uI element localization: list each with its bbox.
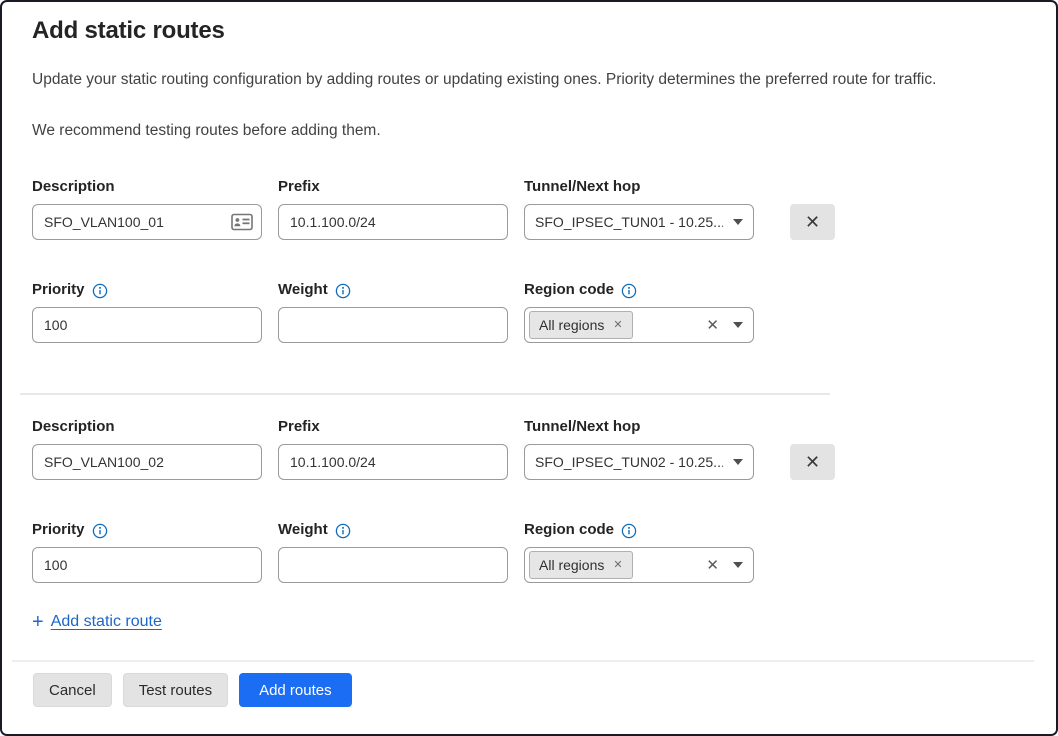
clear-selection-icon[interactable]: ✕ <box>706 558 719 573</box>
prefix-input[interactable] <box>278 444 508 480</box>
page-title: Add static routes <box>32 16 1026 46</box>
tunnel-selected-value: SFO_IPSEC_TUN02 - 10.25... <box>535 454 723 470</box>
region-chip-label: All regions <box>539 557 604 573</box>
chevron-down-icon <box>733 322 743 328</box>
route-1-description-field: Description <box>32 177 262 240</box>
route-1-prefix-field: Prefix <box>278 177 508 240</box>
priority-input[interactable] <box>32 547 262 583</box>
remove-route-button[interactable]: ✕ <box>790 204 835 240</box>
add-static-route-row: + Add static route <box>32 613 1026 631</box>
route-2-region-field: Region code All regions ✕ <box>524 520 754 583</box>
route-2-priority-field: Priority <box>32 520 262 583</box>
cancel-button[interactable]: Cancel <box>33 673 112 707</box>
tunnel-select[interactable]: SFO_IPSEC_TUN01 - 10.25... <box>524 204 754 240</box>
contact-card-icon[interactable] <box>231 213 253 231</box>
close-icon: ✕ <box>805 212 820 233</box>
prefix-label: Prefix <box>278 177 508 196</box>
route-group-1: Description <box>32 177 1026 343</box>
description-input[interactable] <box>32 204 262 240</box>
route-1-main-row: Description <box>32 177 1026 240</box>
group-divider <box>20 393 830 395</box>
route-2-tunnel-field: Tunnel/Next hop SFO_IPSEC_TUN02 - 10.25.… <box>524 417 754 480</box>
region-code-select[interactable]: All regions ✕ ✕ <box>524 307 754 343</box>
add-static-route-link[interactable]: Add static route <box>51 613 162 631</box>
priority-label: Priority <box>32 520 85 539</box>
info-icon[interactable] <box>621 523 637 539</box>
dialog-description: Update your static routing configuration… <box>32 70 1026 90</box>
chevron-down-icon <box>733 459 743 465</box>
region-code-select[interactable]: All regions ✕ ✕ <box>524 547 754 583</box>
priority-input[interactable] <box>32 307 262 343</box>
weight-label: Weight <box>278 280 328 299</box>
chip-remove-icon[interactable]: ✕ <box>613 560 622 571</box>
description-label: Description <box>32 177 262 196</box>
route-2-main-row: Description Prefix Tunnel/Next hop SFO_I… <box>32 417 1026 480</box>
route-1-region-field: Region code All regions ✕ <box>524 280 754 343</box>
add-routes-button[interactable]: Add routes <box>239 673 352 707</box>
tunnel-next-hop-label: Tunnel/Next hop <box>524 417 754 436</box>
route-2-options-row: Priority Weight <box>32 520 1026 583</box>
route-2-weight-field: Weight <box>278 520 508 583</box>
route-1-options-row: Priority Weight <box>32 280 1026 343</box>
tunnel-select[interactable]: SFO_IPSEC_TUN02 - 10.25... <box>524 444 754 480</box>
description-label: Description <box>32 417 262 436</box>
priority-label: Priority <box>32 280 85 299</box>
chip-remove-icon[interactable]: ✕ <box>613 320 622 331</box>
test-routes-button[interactable]: Test routes <box>123 673 228 707</box>
add-static-routes-dialog: Add static routes Update your static rou… <box>0 0 1058 736</box>
region-chip: All regions ✕ <box>529 311 633 339</box>
chevron-down-icon <box>733 562 743 568</box>
dialog-content: Add static routes Update your static rou… <box>2 16 1056 631</box>
info-icon[interactable] <box>92 523 108 539</box>
info-icon[interactable] <box>335 523 351 539</box>
route-1-tunnel-field: Tunnel/Next hop SFO_IPSEC_TUN01 - 10.25.… <box>524 177 754 240</box>
chevron-down-icon <box>733 219 743 225</box>
info-icon[interactable] <box>335 283 351 299</box>
remove-route-button[interactable]: ✕ <box>790 444 835 480</box>
route-2-prefix-field: Prefix <box>278 417 508 480</box>
route-1-priority-field: Priority <box>32 280 262 343</box>
dialog-note: We recommend testing routes before addin… <box>32 121 1026 141</box>
clear-selection-icon[interactable]: ✕ <box>706 318 719 333</box>
footer-divider <box>12 660 1034 662</box>
weight-input[interactable] <box>278 547 508 583</box>
region-chip: All regions ✕ <box>529 551 633 579</box>
weight-input[interactable] <box>278 307 508 343</box>
tunnel-selected-value: SFO_IPSEC_TUN01 - 10.25... <box>535 214 723 230</box>
tunnel-next-hop-label: Tunnel/Next hop <box>524 177 754 196</box>
info-icon[interactable] <box>92 283 108 299</box>
route-group-2: Description Prefix Tunnel/Next hop SFO_I… <box>32 417 1026 583</box>
prefix-label: Prefix <box>278 417 508 436</box>
dialog-footer: Cancel Test routes Add routes <box>2 660 1056 734</box>
plus-icon: + <box>32 613 44 631</box>
weight-label: Weight <box>278 520 328 539</box>
close-icon: ✕ <box>805 452 820 473</box>
region-code-label: Region code <box>524 280 614 299</box>
prefix-input[interactable] <box>278 204 508 240</box>
region-code-label: Region code <box>524 520 614 539</box>
description-input[interactable] <box>32 444 262 480</box>
route-1-weight-field: Weight <box>278 280 508 343</box>
route-2-description-field: Description <box>32 417 262 480</box>
info-icon[interactable] <box>621 283 637 299</box>
region-chip-label: All regions <box>539 317 604 333</box>
